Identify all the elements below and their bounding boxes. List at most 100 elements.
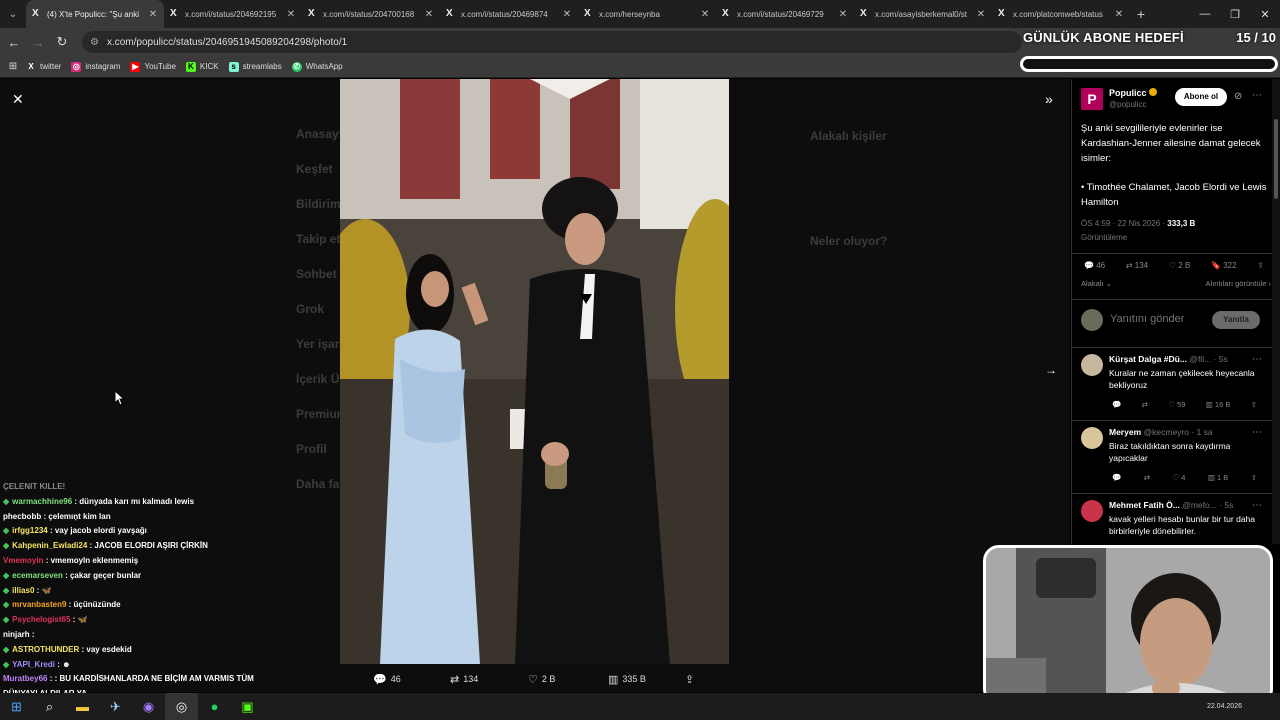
file-explorer-icon[interactable]: ▬ [66,693,99,720]
reply-icon[interactable]: 💬 [1112,400,1121,409]
app-icon[interactable]: ✈ [99,693,132,720]
reply-author[interactable]: Kürşat Dalga #Dü... @fil... · 5s [1109,354,1228,364]
tab-title: x.com/i/status/20469729 [737,9,824,19]
chat-text: dünyada karı mı kalmadı lewis [79,496,195,506]
tab-title: x.com/i/status/204692195 [185,9,277,19]
reply-action[interactable]: 💬 46 [373,673,401,686]
chat-separator: : [70,615,78,625]
bookmark-instagram[interactable]: ◎ instagram [71,61,120,72]
more-icon[interactable]: ⋯ [1252,427,1262,438]
like-action[interactable]: ♡ 59 [1168,400,1185,409]
share-action[interactable]: ⇪ [685,673,698,686]
like-action[interactable]: ♡ 2 B [528,673,555,686]
tab-search-icon[interactable]: ⌄ [0,0,26,28]
browser-tab[interactable]: Xx.com/i/status/20469874 ✕ [440,0,578,28]
whatsapp-icon: ✆ [291,61,302,72]
close-icon[interactable]: ✕ [12,91,24,108]
repost-icon: ⇄ [450,673,460,686]
maximize-icon[interactable]: ❐ [1220,0,1250,28]
bookmark-youtube[interactable]: ▶ YouTube [130,61,176,72]
repost-icon[interactable]: ⇄ [1144,473,1150,482]
views-action[interactable]: ▥ 1 B [1208,473,1228,482]
back-icon[interactable]: ← [2,35,26,50]
apps-icon[interactable]: ⊞ [0,61,26,72]
like-action[interactable]: ♡ 4 [1172,473,1185,482]
tab-close-icon[interactable]: ✕ [838,9,848,20]
goal-title: GÜNLÜK ABONE HEDEFİ [1023,30,1184,45]
tab-close-icon[interactable]: ✕ [148,9,158,20]
panel-scrollbar[interactable] [1272,79,1280,544]
tab-close-icon[interactable]: ✕ [424,9,434,20]
minimize-icon[interactable]: — [1190,0,1220,28]
sort-dropdown[interactable]: Alakalı ⌄ [1081,279,1112,288]
search-icon[interactable]: ⌕ [33,693,66,720]
reply-author[interactable]: Meryem @kecmeyro · 1 sa [1109,427,1213,437]
collapse-panel-icon[interactable]: » [1045,91,1053,107]
browser-tab[interactable]: Xx.com/i/status/20469729 ✕ [716,0,854,28]
close-window-icon[interactable]: ✕ [1250,0,1280,28]
views-action[interactable]: ▥ 16 B [1206,400,1231,409]
scrollbar-thumb[interactable] [1274,119,1278,199]
repost-action[interactable]: ⇄ 134 [1126,261,1148,270]
browser-tab[interactable]: X (4) X'te Populicc: "Şu anki ✕ [26,0,164,28]
tab-close-icon[interactable]: ✕ [562,9,572,20]
browser-tab[interactable]: Xx.com/herseynba ✕ [578,0,716,28]
more-icon[interactable]: ⋯ [1252,500,1262,511]
reply-submit-button[interactable]: Yanıtla [1212,311,1260,329]
repost-action[interactable]: ⇄ 134 [450,673,478,686]
chat-username: illias0 [12,585,35,595]
divider [1072,347,1272,348]
view-quotes-link[interactable]: Alıntıları görüntüle › [1206,279,1271,288]
spotify-icon[interactable]: ● [198,693,231,720]
streamlabs-icon[interactable]: ▣ [231,693,264,720]
browser-tab[interactable]: Xx.com/i/status/204692195 ✕ [164,0,302,28]
chrome-icon[interactable]: ◎ [165,693,198,720]
reply-author[interactable]: Mehmet Fatih Ö... @mefo... · 5s [1109,500,1233,510]
browser-tab[interactable]: Xx.com/i/status/204700168 ✕ [302,0,440,28]
reply-icon[interactable]: 💬 [1112,473,1121,482]
chat-separator: : [43,555,51,565]
browser-tab[interactable]: Xx.com/asayisberkemal0/st ✕ [854,0,992,28]
tab-close-icon[interactable]: ✕ [700,9,710,20]
forward-icon[interactable]: → [26,35,50,50]
share-icon[interactable]: ⇪ [1251,473,1257,482]
bookmark-action[interactable]: 🔖 322 [1211,261,1237,270]
chat-message: ◆ ASTROTHUNDER : vay esdekid [0,643,330,658]
tab-close-icon[interactable]: ✕ [286,9,296,20]
next-arrow-icon[interactable]: → [1045,363,1057,377]
share-icon[interactable]: ⇪ [1257,261,1264,270]
author-avatar[interactable]: P [1081,88,1103,110]
reply-item[interactable]: Kürşat Dalga #Dü... @fil... · 5s ⋯ Kuralar… [1072,349,1272,421]
reply-item[interactable]: Mehmet Fatih Ö... @mefo... · 5s ⋯ kavak ye… [1072,495,1272,544]
url-field[interactable]: ⚙ x.com/populicc/status/2046951945089204… [82,31,1022,53]
tab-close-icon[interactable]: ✕ [1114,9,1124,20]
reply-avatar[interactable] [1081,354,1103,376]
tab-close-icon[interactable]: ✕ [976,9,986,20]
new-tab-button[interactable]: + [1130,6,1152,22]
discord-icon[interactable]: ◉ [132,693,165,720]
like-action[interactable]: ♡ 2 B [1169,261,1190,270]
author-name[interactable]: Populicc [1109,88,1157,98]
reply-item[interactable]: Meryem @kecmeyro · 1 sa ⋯ Biraz takıldıkta… [1072,422,1272,494]
reply-input[interactable]: Yanıtını gönder [1110,313,1184,325]
repost-icon[interactable]: ⇄ [1142,400,1148,409]
share-icon[interactable]: ⇪ [1251,400,1257,409]
browser-tab[interactable]: Xx.com/platcomweb/status ✕ [992,0,1130,28]
views-action[interactable]: ▥ 335 B [608,673,646,686]
more-icon[interactable]: ⋯ [1252,354,1262,365]
site-info-icon[interactable]: ⚙ [90,37,99,48]
bookmark-twitter[interactable]: Xtwitter [26,62,61,72]
grok-icon[interactable]: ⊘ [1234,91,1242,102]
tweet-action-row: 💬 46 ⇄ 134 ♡ 2 B 🔖 322 ⇪ [1084,261,1264,270]
tweet-meta: ÖS 4:59 · 22 Nis 2026 · 333,3 B Görüntül… [1081,219,1196,242]
reply-action[interactable]: 💬 46 [1084,261,1105,270]
reload-icon[interactable]: ↻ [50,34,74,50]
bookmark-whatsapp[interactable]: ✆ WhatsApp [291,61,343,72]
bookmark-streamlabs[interactable]: s streamlabs [228,61,282,72]
windows-start-icon[interactable]: ⊞ [0,693,33,720]
more-icon[interactable]: ⋯ [1252,90,1262,101]
bookmark-kick[interactable]: K KICK [185,61,219,72]
reply-avatar[interactable] [1081,427,1103,449]
reply-avatar[interactable] [1081,500,1103,522]
follow-button[interactable]: Abone ol [1175,88,1227,106]
